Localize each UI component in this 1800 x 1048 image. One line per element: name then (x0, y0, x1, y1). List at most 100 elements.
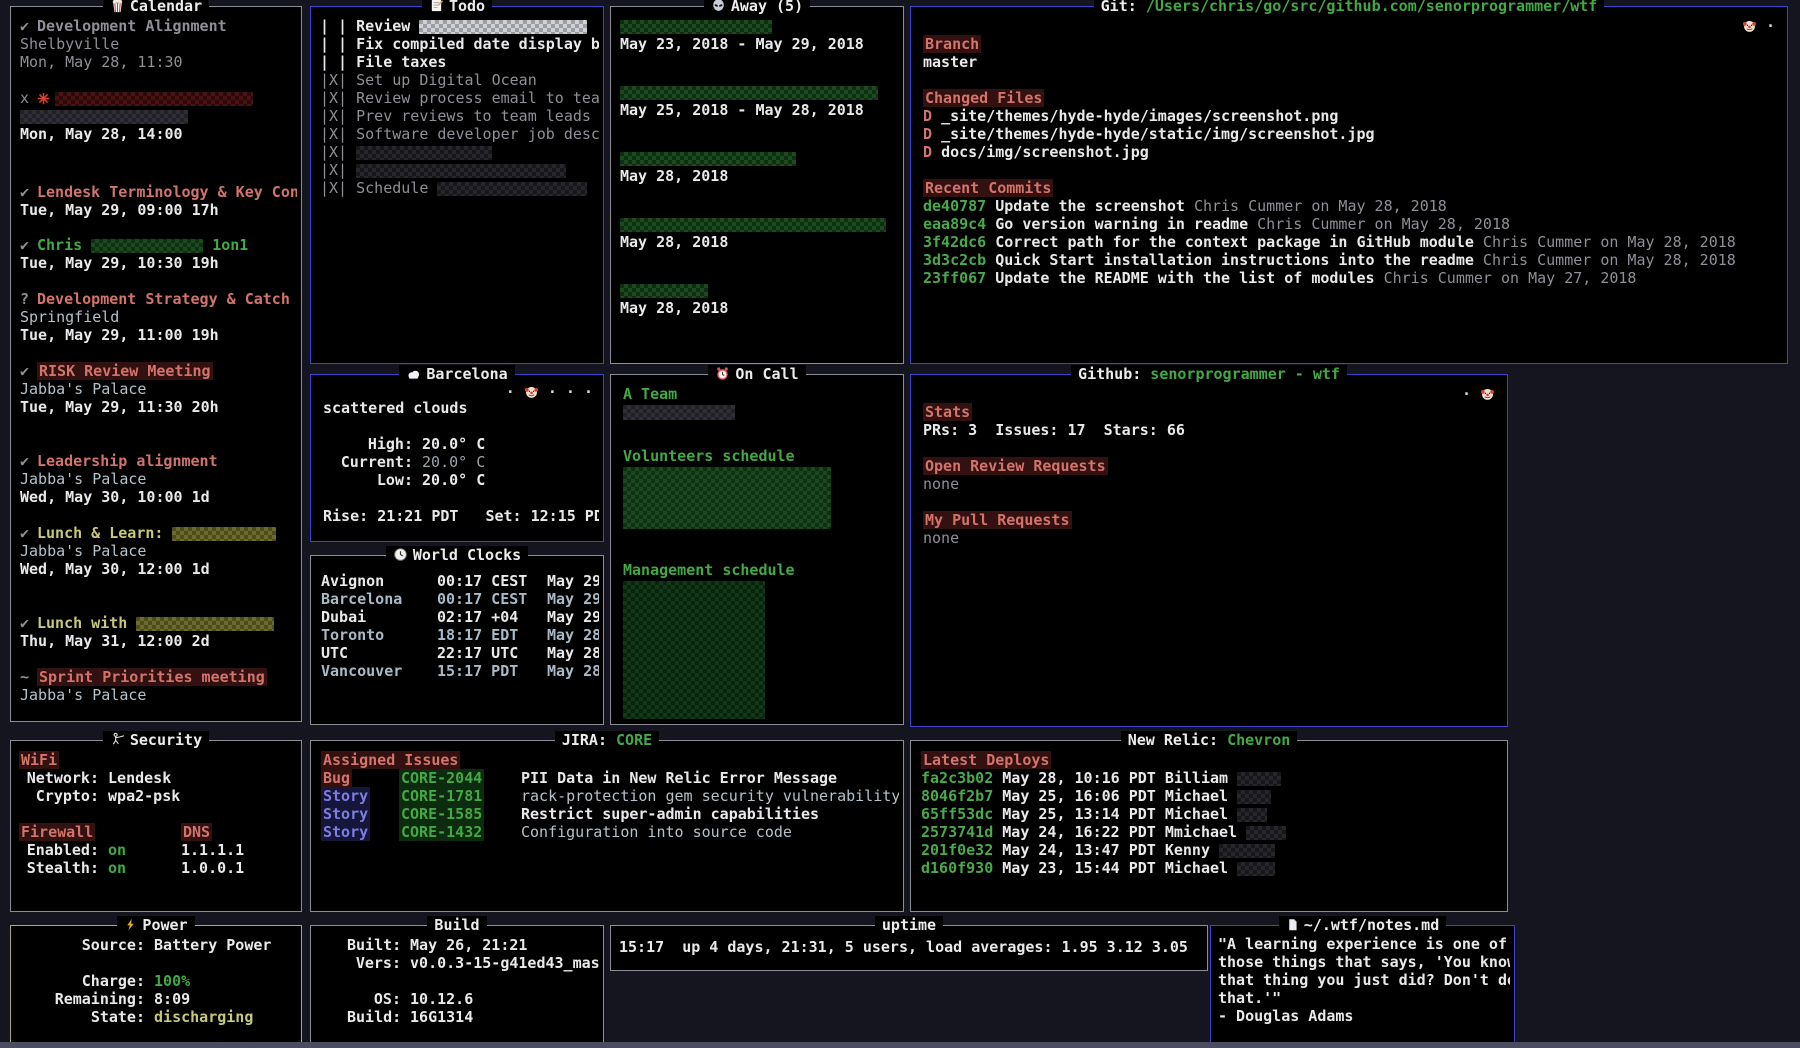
calendar-event: ✔Leadership alignment Jabba's Palace Wed… (20, 452, 297, 506)
notes-line: that.'" (1218, 989, 1510, 1007)
file-path: docs/img/screenshot.jpg (941, 143, 1149, 161)
commit-meta: Chris Cummer on May 28, 2018 (1257, 215, 1510, 233)
away-dates: May 28, 2018 (620, 167, 899, 185)
deploy-row: 2573741d May 24, 16:22 PDT Mmichael (921, 823, 1503, 841)
redacted-author-part (1237, 790, 1271, 804)
build-built-value: May 26, 21:21 (410, 936, 527, 954)
weather-low-label: Low: (323, 471, 413, 489)
oncall-volunteers-header: Volunteers schedule (623, 447, 899, 465)
event-title: Lunch & Learn: (37, 524, 163, 542)
todo-item-text: Fix compiled date display bug (356, 35, 599, 53)
commit-message: Update the screenshot (995, 197, 1185, 215)
calendar-event: ✔Lunch with Thu, May 31, 12:00 2d (20, 614, 297, 650)
issue-key: CORE-1585 (399, 805, 484, 823)
changed-file-row: D _site/themes/hyde-hyde/images/screensh… (923, 107, 1783, 125)
weather-high-label: High: (323, 435, 413, 453)
commit-message: Correct path for the context package in … (995, 233, 1474, 251)
event-title: Development Strategy & Catch U (37, 290, 297, 308)
issue-type: Story (321, 787, 370, 805)
clock-row: Vancouver15:17 PDTMay 28 (321, 662, 599, 680)
wtf-terminal-dashboard: Calendar ✔Development Alignment Shelbyvi… (0, 0, 1800, 1048)
github-open-review-value: none (923, 475, 1503, 493)
redacted-author-part (1237, 772, 1281, 786)
dns-secondary: 1.0.0.1 (181, 859, 244, 877)
away-dates: May 23, 2018 - May 29, 2018 (620, 35, 899, 53)
issue-key: CORE-2044 (399, 769, 484, 787)
event-location: Jabba's Palace (20, 542, 297, 560)
todo-item: |X| Prev reviews to team leads (320, 107, 599, 125)
calendar-panel: Calendar ✔Development Alignment Shelbyvi… (10, 6, 302, 722)
security-panel: Security WiFi Network: Lendesk Crypto: w… (10, 740, 302, 912)
clock-city: Toronto (321, 626, 437, 644)
commit-meta: Chris Cummer on May 28, 2018 (1194, 197, 1447, 215)
away-entry: May 25, 2018 - May 28, 2018 (620, 83, 899, 119)
jira-panel: JIRA: CORE Assigned Issues BugCORE-2044P… (310, 740, 904, 912)
todo-checkbox: |X| (320, 179, 347, 197)
todo-checkbox: |X| (320, 107, 347, 125)
power-source-value: Battery Power (154, 936, 271, 954)
file-status: D (923, 125, 932, 143)
event-check-icon: ✔ (20, 183, 37, 201)
jira-issue-row: BugCORE-2044PII Data in New Relic Error … (321, 769, 899, 787)
todo-item-text: Software developer job desc (356, 125, 599, 143)
sunrise-value: 21:21 PDT (377, 507, 458, 525)
build-number-label: Build: (347, 1008, 401, 1026)
build-vers-label: Vers: (347, 954, 401, 972)
firewall-header: Firewall (19, 823, 95, 841)
event-title-suffix: 1on1 (212, 236, 248, 254)
crypto-value: wpa2-psk (108, 787, 180, 805)
event-location: Springfield (20, 308, 297, 326)
commit-sha: 23ff067 (923, 269, 986, 287)
build-os-label: OS: (347, 990, 401, 1008)
weather-panel: Barcelona · · · · scattered clouds High:… (310, 374, 604, 542)
todo-checkbox: |X| (320, 71, 347, 89)
commit-meta: Chris Cummer on May 27, 2018 (1384, 269, 1637, 287)
todo-item-text: Review process email to team (356, 89, 599, 107)
world-clocks-panel: World Clocks Avignon00:17 CESTMay 29 Bar… (310, 555, 604, 725)
weather-condition: scattered clouds (323, 399, 599, 417)
build-built-label: Built: (347, 936, 401, 954)
clock-time: 00:17 CEST (437, 572, 547, 590)
commit-sha: 3d3c2cb (923, 251, 986, 269)
event-title: Chris (37, 236, 82, 254)
todo-item-text: Prev reviews to team leads (356, 107, 591, 125)
todo-item-text: Schedule (356, 179, 428, 197)
deploy-sha: 2573741d (921, 823, 993, 841)
calendar-event: ✔RISK Review Meeting Jabba's Palace Tue,… (20, 362, 297, 416)
notes-line: those things that says, 'You know (1218, 953, 1510, 971)
clock-city: UTC (321, 644, 437, 662)
dns-header: DNS (181, 823, 212, 841)
commit-message: Go version warning in readme (995, 215, 1248, 233)
redacted-todo-text (356, 146, 492, 160)
deploy-time: May 28, 10:16 PDT (1002, 769, 1156, 787)
git-branch-name: master (923, 53, 1783, 71)
redacted-author-part (1246, 826, 1286, 840)
deploy-time: May 25, 16:06 PDT (1002, 787, 1156, 805)
uptime-panel: uptime 15:17 up 4 days, 21:31, 5 users, … (610, 925, 1208, 971)
event-location: Jabba's Palace (20, 380, 297, 398)
power-remaining-value: 8:09 (154, 990, 190, 1008)
away-entry: May 28, 2018 (620, 149, 899, 185)
commit-sha: 3f42dc6 (923, 233, 986, 251)
deploy-author: Kenny (1165, 841, 1210, 859)
away-entry: May 23, 2018 - May 29, 2018 (620, 17, 899, 53)
commit-sha: eaa89c4 (923, 215, 986, 233)
jira-issue-row: StoryCORE-1432Configuration into source … (321, 823, 899, 841)
network-value: Lendesk (108, 769, 171, 787)
clock-row: Avignon00:17 CESTMay 29 (321, 572, 599, 590)
power-charge-label: Charge: (51, 972, 145, 990)
clock-row: Dubai02:17 +04May 29 (321, 608, 599, 626)
bottom-edge-strip (0, 1042, 1800, 1048)
jira-issue-row: StoryCORE-1781rack-protection gem securi… (321, 787, 899, 805)
deploy-row: fa2c3b02 May 28, 10:16 PDT Billiam (921, 769, 1503, 787)
commit-meta: Chris Cummer on May 28, 2018 (1483, 233, 1736, 251)
clock-city: Barcelona (321, 590, 437, 608)
sunrise-label: Rise: (323, 507, 368, 525)
event-title: Sprint Priorities meeting (37, 668, 267, 686)
git-changed-files-header: Changed Files (923, 89, 1044, 107)
todo-item: |X| Set up Digital Ocean (320, 71, 599, 89)
todo-checkbox: | | (320, 35, 347, 53)
deploy-sha: d160f930 (921, 859, 993, 877)
issue-summary: Restrict super-admin capabilities (521, 805, 819, 823)
event-location: Jabba's Palace (20, 470, 297, 488)
